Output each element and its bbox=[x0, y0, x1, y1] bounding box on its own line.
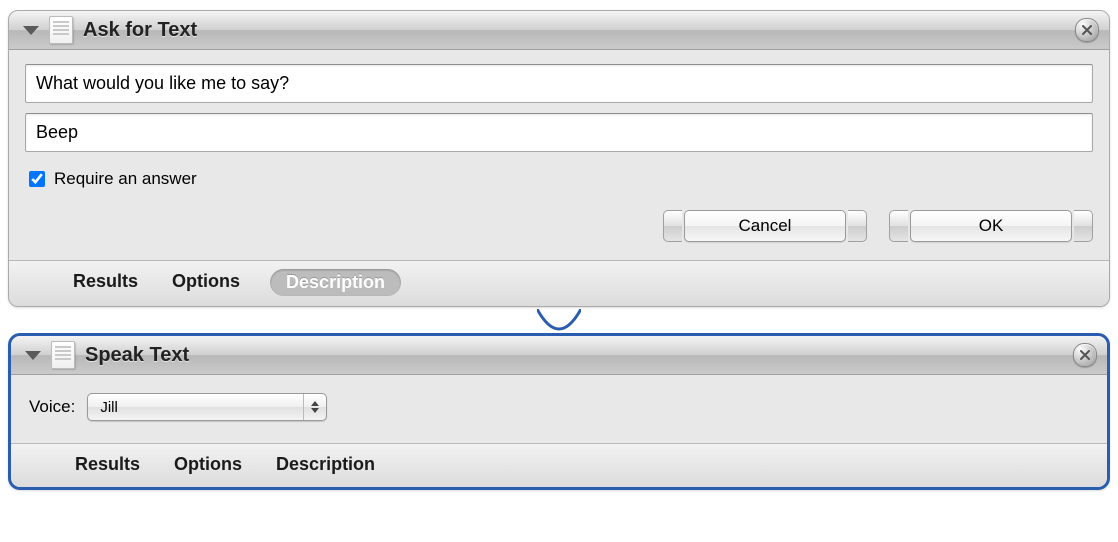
prompt-input[interactable] bbox=[25, 64, 1093, 103]
panel-body: Voice: Jill bbox=[11, 375, 1107, 443]
button-side-handle[interactable] bbox=[1074, 210, 1093, 242]
close-icon[interactable] bbox=[1073, 343, 1097, 367]
document-icon bbox=[49, 16, 73, 44]
voice-label: Voice: bbox=[29, 397, 75, 417]
button-side-handle[interactable] bbox=[848, 210, 867, 242]
voice-select-value: Jill bbox=[100, 399, 118, 416]
panel-footer-tabs: Results Options Description bbox=[9, 260, 1109, 306]
panel-title: Speak Text bbox=[85, 344, 1073, 367]
voice-row: Voice: Jill bbox=[27, 389, 1091, 435]
cancel-button-group: Cancel bbox=[663, 210, 867, 242]
voice-select[interactable]: Jill bbox=[87, 393, 327, 421]
tab-results[interactable]: Results bbox=[71, 452, 144, 477]
button-side-handle[interactable] bbox=[889, 210, 908, 242]
panel-body: Require an answer Cancel OK bbox=[9, 50, 1109, 260]
close-icon[interactable] bbox=[1075, 18, 1099, 42]
workflow-connector bbox=[6, 311, 1112, 329]
cancel-button[interactable]: Cancel bbox=[684, 210, 846, 242]
connector-notch-icon bbox=[537, 309, 581, 331]
panel-title: Ask for Text bbox=[83, 19, 1075, 42]
tab-description[interactable]: Description bbox=[272, 452, 379, 477]
dialog-button-row: Cancel OK bbox=[25, 208, 1093, 252]
panel-header[interactable]: Ask for Text bbox=[9, 11, 1109, 50]
tab-description[interactable]: Description bbox=[270, 269, 401, 296]
ask-for-text-panel: Ask for Text Require an answer Cancel OK… bbox=[8, 10, 1110, 307]
tab-options[interactable]: Options bbox=[168, 269, 244, 296]
require-answer-row[interactable]: Require an answer bbox=[25, 168, 1093, 190]
tab-options[interactable]: Options bbox=[170, 452, 246, 477]
tab-results[interactable]: Results bbox=[69, 269, 142, 296]
panel-header[interactable]: Speak Text bbox=[11, 336, 1107, 375]
speak-text-panel: Speak Text Voice: Jill Results Options D… bbox=[8, 333, 1110, 490]
disclosure-triangle-icon[interactable] bbox=[25, 351, 41, 360]
panel-footer-tabs: Results Options Description bbox=[11, 443, 1107, 487]
select-stepper-icon bbox=[303, 394, 326, 420]
default-answer-input[interactable] bbox=[25, 113, 1093, 152]
require-answer-label: Require an answer bbox=[54, 169, 197, 189]
ok-button-group: OK bbox=[889, 210, 1093, 242]
disclosure-triangle-icon[interactable] bbox=[23, 26, 39, 35]
require-answer-checkbox[interactable] bbox=[29, 171, 45, 187]
button-side-handle[interactable] bbox=[663, 210, 682, 242]
ok-button[interactable]: OK bbox=[910, 210, 1072, 242]
document-icon bbox=[51, 341, 75, 369]
